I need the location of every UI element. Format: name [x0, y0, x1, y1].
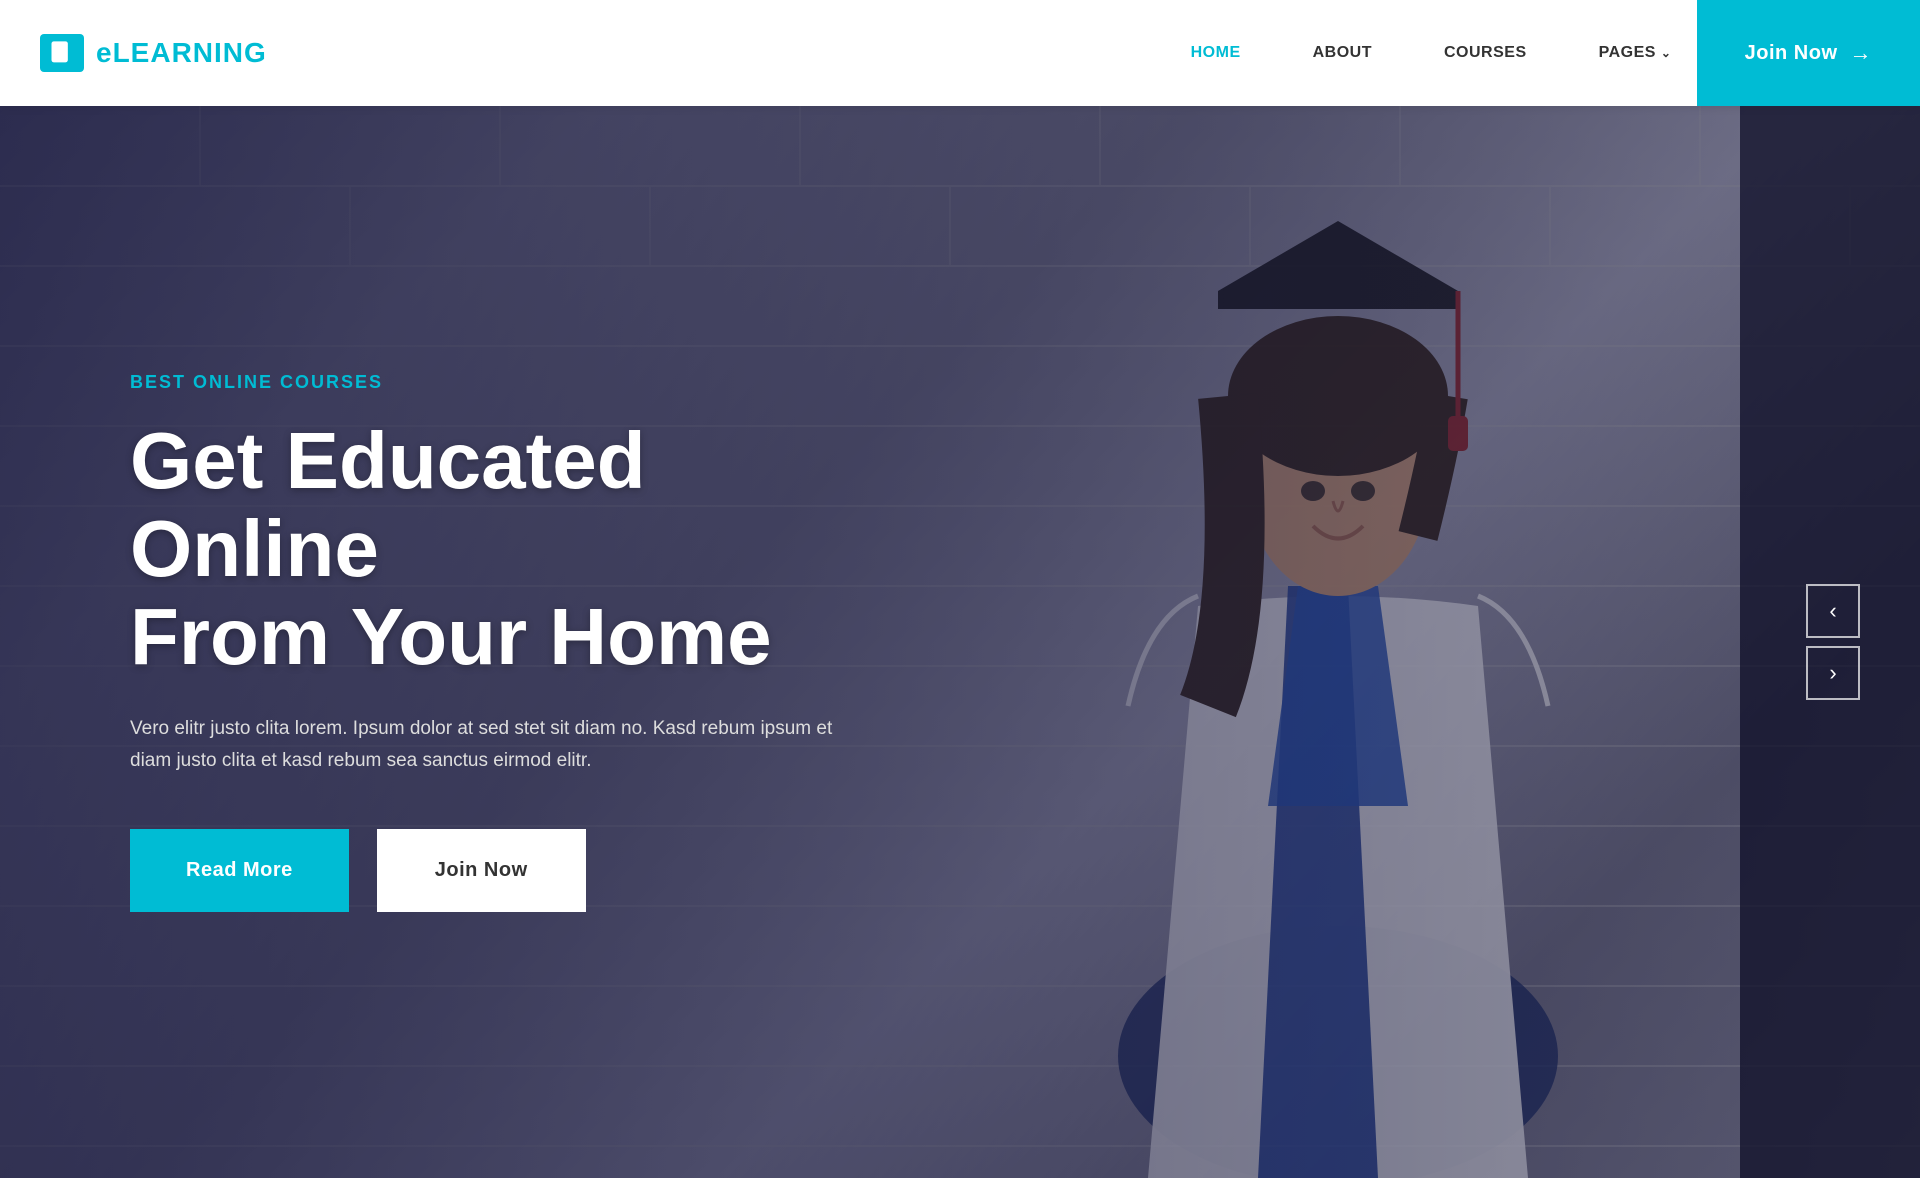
- slider-prev-button[interactable]: ‹: [1806, 584, 1860, 638]
- brand-name: eLEARNING: [96, 37, 267, 69]
- hero-subtitle: BEST ONLINE COURSES: [130, 372, 880, 393]
- navbar-join-now-button[interactable]: Join Now →: [1697, 0, 1920, 106]
- arrow-right-icon: →: [1850, 40, 1873, 66]
- hero-section: BEST ONLINE COURSES Get Educated Online …: [0, 106, 1920, 1178]
- nav-item-home[interactable]: HOME: [1155, 44, 1277, 62]
- hero-buttons: Read More Join Now: [130, 829, 880, 912]
- slider-next-button[interactable]: ›: [1806, 646, 1860, 700]
- hero-title-line2: From Your Home: [130, 592, 772, 681]
- chevron-down-icon: ⌄: [1661, 46, 1672, 60]
- navbar: eLEARNING HOME ABOUT COURSES PAGES ⌄ CON…: [0, 0, 1920, 106]
- nav-link-about[interactable]: ABOUT: [1277, 44, 1408, 62]
- brand-logo[interactable]: eLEARNING: [40, 34, 267, 72]
- nav-item-about[interactable]: ABOUT: [1277, 44, 1408, 62]
- hero-join-now-button[interactable]: Join Now: [377, 829, 586, 912]
- read-more-button[interactable]: Read More: [130, 829, 349, 912]
- nav-link-courses[interactable]: COURSES: [1408, 44, 1563, 62]
- nav-item-courses[interactable]: COURSES: [1408, 44, 1563, 62]
- document-icon: [48, 39, 76, 67]
- hero-title: Get Educated Online From Your Home: [130, 417, 880, 681]
- hero-content: BEST ONLINE COURSES Get Educated Online …: [0, 372, 880, 913]
- hero-description: Vero elitr justo clita lorem. Ipsum dolo…: [130, 713, 870, 778]
- hero-title-line1: Get Educated Online: [130, 416, 646, 593]
- slider-arrows: ‹ ›: [1806, 584, 1860, 700]
- nav-item-pages[interactable]: PAGES ⌄: [1563, 44, 1708, 62]
- brand-icon: [40, 34, 84, 72]
- nav-link-pages[interactable]: PAGES ⌄: [1563, 44, 1708, 62]
- nav-link-home[interactable]: HOME: [1155, 44, 1277, 62]
